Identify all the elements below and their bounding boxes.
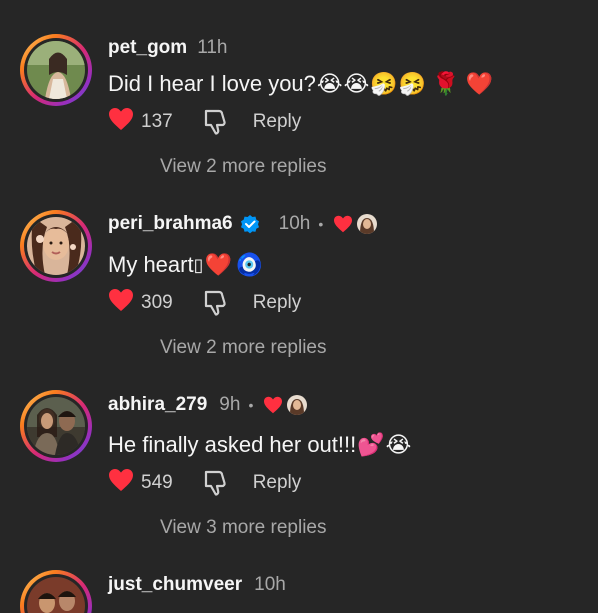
heart-icon[interactable] bbox=[108, 107, 134, 137]
separator-dot: • bbox=[248, 397, 254, 413]
dislike-icon[interactable] bbox=[203, 109, 227, 135]
view-more-replies-button[interactable]: View 2 more replies bbox=[160, 337, 327, 359]
red-heart-emoji: ❤️ bbox=[204, 252, 232, 278]
comment-text: My heart ▯ ❤️ 🧿 bbox=[108, 252, 264, 278]
avatar[interactable] bbox=[20, 210, 92, 282]
sneezing-face-emoji: 🤧 bbox=[370, 71, 398, 97]
comment-time: 10h bbox=[278, 213, 311, 234]
comment-time: 11h bbox=[197, 37, 228, 58]
loudly-crying-emoji: 😭 bbox=[385, 432, 412, 458]
separator-dot: • bbox=[318, 216, 324, 232]
comment-time: 9h bbox=[219, 394, 241, 415]
loudly-crying-emoji: 😭 bbox=[343, 71, 370, 97]
username[interactable]: abhira_279 bbox=[108, 394, 207, 416]
heart-icon bbox=[334, 215, 353, 233]
heart-icon[interactable] bbox=[108, 288, 134, 318]
comment-text: Did I hear I love you? 😭 😭 🤧 🤧 🌹 ❤️ bbox=[108, 71, 493, 97]
heart-icon bbox=[264, 396, 283, 414]
two-hearts-emoji: 💕 bbox=[357, 432, 385, 458]
heart-icon[interactable] bbox=[108, 468, 134, 498]
sneezing-face-emoji: 🤧 bbox=[398, 71, 427, 97]
username[interactable]: peri_brahma6 bbox=[108, 213, 233, 235]
reply-button[interactable]: Reply bbox=[253, 292, 302, 314]
avatar[interactable] bbox=[20, 390, 92, 462]
author-avatar bbox=[287, 395, 308, 415]
rose-emoji: 🌹 bbox=[432, 71, 460, 97]
avatar[interactable] bbox=[20, 34, 92, 106]
dislike-icon[interactable] bbox=[203, 290, 227, 316]
author-avatar bbox=[357, 214, 378, 234]
verified-badge-icon bbox=[239, 213, 261, 235]
comment-time: 10h bbox=[254, 574, 286, 595]
view-more-replies-button[interactable]: View 3 more replies bbox=[160, 517, 327, 539]
red-heart-emoji: ❤️ bbox=[465, 71, 493, 97]
comment-text: He finally asked her out!!! 💕 😭 bbox=[108, 432, 412, 458]
view-more-replies-button[interactable]: View 2 more replies bbox=[160, 156, 327, 178]
username[interactable]: just_chumveer bbox=[108, 574, 242, 596]
username[interactable]: pet_gom bbox=[108, 37, 187, 59]
like-count: 137 bbox=[141, 111, 173, 132]
like-count: 549 bbox=[141, 472, 173, 493]
missing-glyph: ▯ bbox=[193, 254, 204, 275]
avatar[interactable] bbox=[20, 570, 92, 613]
reply-button[interactable]: Reply bbox=[253, 472, 302, 494]
nazar-amulet-emoji: 🧿 bbox=[235, 252, 264, 278]
dislike-icon[interactable] bbox=[203, 470, 227, 496]
liked-by-author-indicator bbox=[333, 214, 378, 234]
liked-by-author-indicator bbox=[263, 395, 308, 415]
reply-button[interactable]: Reply bbox=[253, 111, 302, 133]
like-count: 309 bbox=[141, 292, 173, 313]
loudly-crying-emoji: 😭 bbox=[316, 71, 343, 97]
